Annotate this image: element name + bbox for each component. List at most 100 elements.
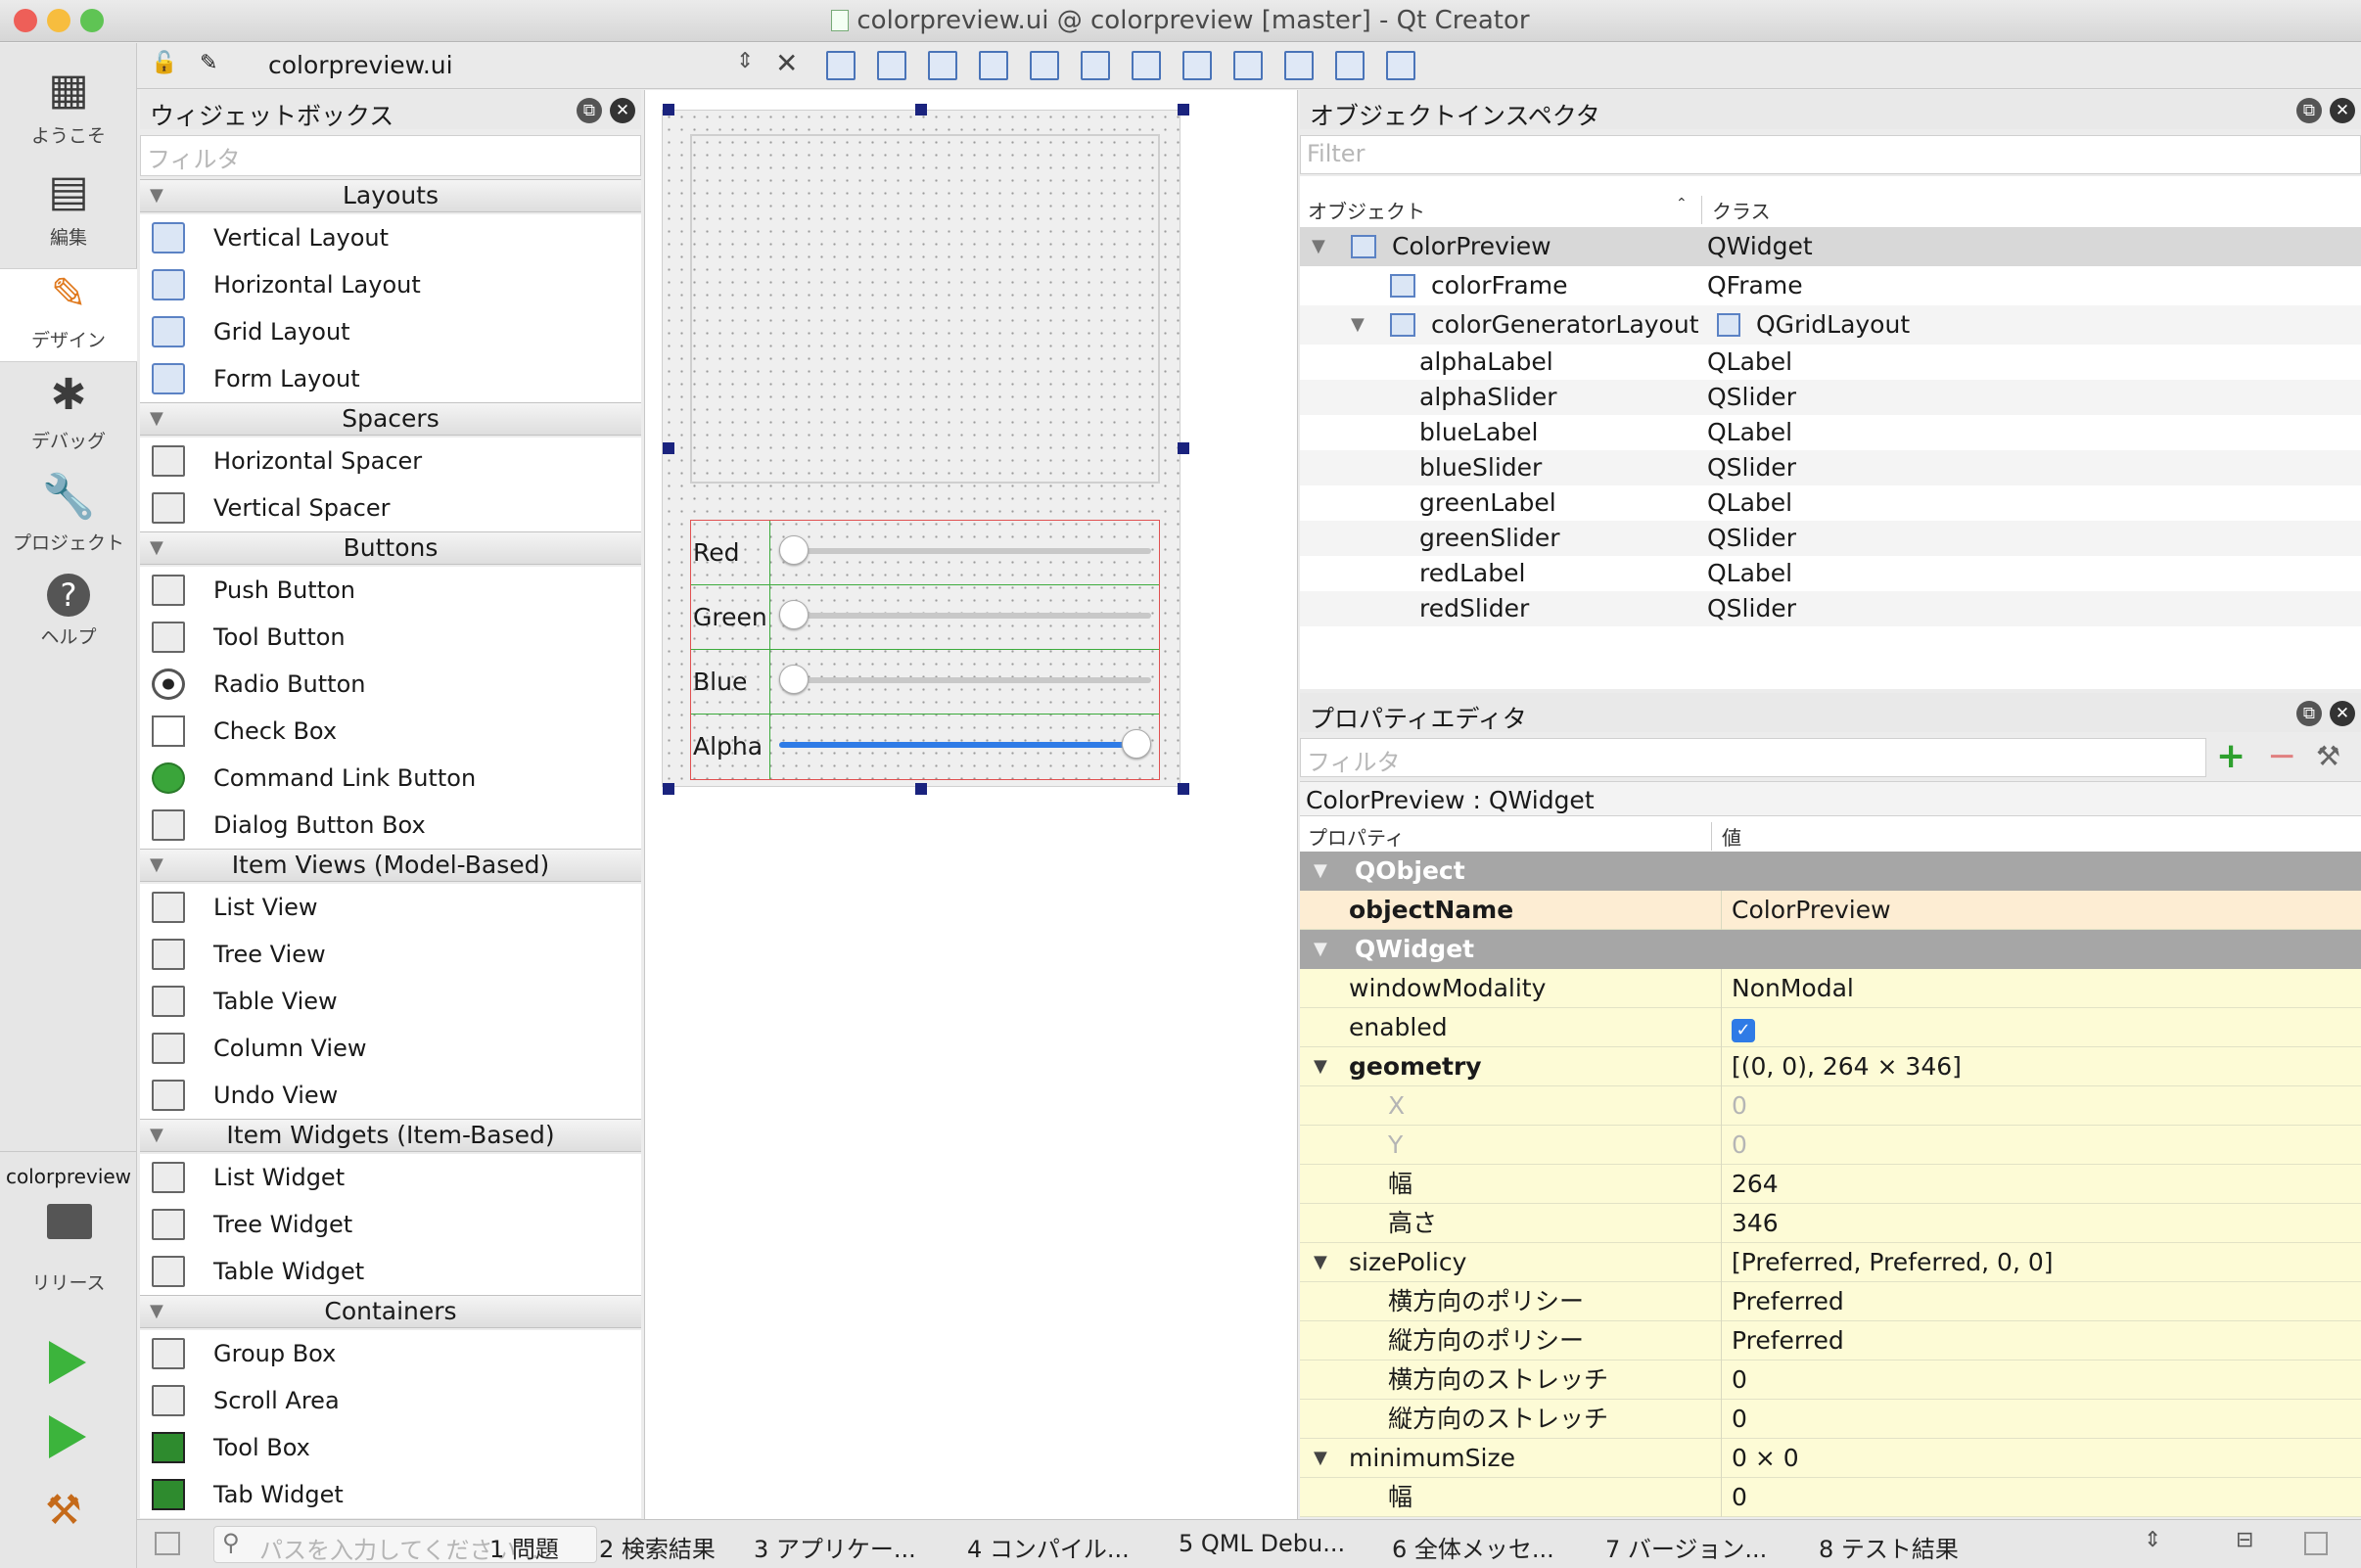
close-panel-icon[interactable]: ✕ xyxy=(2330,701,2355,726)
category-containers[interactable]: ▼ Containers xyxy=(140,1295,641,1328)
float-panel-icon[interactable]: ⧉ xyxy=(2296,98,2322,123)
resize-handle-b[interactable] xyxy=(915,783,927,795)
column-object[interactable]: オブジェクト xyxy=(1308,196,1425,224)
property-value[interactable]: 0 xyxy=(1721,1400,2361,1439)
property-value[interactable]: 264 xyxy=(1721,1165,2361,1204)
inspector-row-redLabel[interactable]: redLabel QLabel xyxy=(1300,556,2361,591)
mode-pencil[interactable]: ✎ デザイン xyxy=(0,268,137,362)
property-value[interactable]: 0 xyxy=(1721,1086,2361,1126)
expand-triangle-icon[interactable]: ▼ xyxy=(1314,1243,1327,1282)
close-panel-icon[interactable]: ✕ xyxy=(2330,98,2355,123)
remove-property-icon[interactable]: − xyxy=(2267,736,2296,776)
resize-handle-r[interactable] xyxy=(1178,442,1189,454)
add-property-icon[interactable]: + xyxy=(2216,736,2245,776)
property-value[interactable]: ColorPreview xyxy=(1721,891,2361,930)
expand-triangle-icon[interactable]: ▼ xyxy=(1314,852,1327,891)
property-value[interactable]: 346 xyxy=(1721,1204,2361,1243)
expand-triangle-icon[interactable]: ▼ xyxy=(1314,1439,1327,1478)
property-row-2[interactable]: ▼ QWidget xyxy=(1300,930,2361,969)
widget-item-grid-layout[interactable]: Grid Layout xyxy=(140,308,641,355)
resize-handle-tr[interactable] xyxy=(1178,104,1189,115)
widget-item-undo-view[interactable]: Undo View xyxy=(140,1072,641,1119)
edit-buddies-icon[interactable] xyxy=(928,51,957,80)
inspector-row-greenLabel[interactable]: greenLabel QLabel xyxy=(1300,485,2361,521)
float-panel-icon[interactable]: ⧉ xyxy=(2296,701,2322,726)
updown-arrows-icon[interactable]: ⇕ xyxy=(736,49,754,73)
expand-triangle-icon[interactable]: ▼ xyxy=(1312,227,1325,266)
edit-signals-icon[interactable] xyxy=(877,51,906,80)
widget-item-tool-button[interactable]: Tool Button xyxy=(140,614,641,661)
output-tab-6[interactable]: 6 全体メッセ... xyxy=(1392,1530,1554,1564)
collapse-triangle-icon[interactable]: ▼ xyxy=(150,1296,163,1327)
break-layout-icon[interactable] xyxy=(1335,51,1365,80)
close-panel-icon[interactable]: ✕ xyxy=(610,98,635,123)
widget-item-command-link-button[interactable]: Command Link Button xyxy=(140,755,641,802)
property-value[interactable]: Preferred xyxy=(1721,1282,2361,1321)
property-row-13[interactable]: 横方向のストレッチ 0 xyxy=(1300,1360,2361,1400)
monitor-icon[interactable] xyxy=(47,1204,92,1239)
widget-item-table-view[interactable]: Table View xyxy=(140,978,641,1025)
layout-form-icon[interactable] xyxy=(1233,51,1263,80)
widget-item-column-view[interactable]: Column View xyxy=(140,1025,641,1072)
layout-vertical-icon[interactable] xyxy=(1081,51,1110,80)
property-row-7[interactable]: Y0 xyxy=(1300,1126,2361,1165)
slider-handle[interactable] xyxy=(779,600,809,629)
property-row-5[interactable]: ▼ geometry [(0, 0), 264 × 346] xyxy=(1300,1047,2361,1086)
property-row-15[interactable]: ▼ minimumSize 0 × 0 xyxy=(1300,1439,2361,1478)
configure-wrench-icon[interactable]: ⚒ xyxy=(2316,740,2340,772)
edit-widgets-icon[interactable] xyxy=(826,51,856,80)
inspector-row-greenSlider[interactable]: greenSlider QSlider xyxy=(1300,521,2361,556)
run-icon[interactable] xyxy=(49,1341,86,1384)
property-row-12[interactable]: 縦方向のポリシー Preferred xyxy=(1300,1321,2361,1360)
property-row-16[interactable]: 幅0 xyxy=(1300,1478,2361,1517)
property-value[interactable]: 0 xyxy=(1721,1478,2361,1517)
property-row-3[interactable]: windowModality NonModal xyxy=(1300,969,2361,1008)
widgetbox-filter-input[interactable]: フィルタ xyxy=(140,135,641,176)
widget-item-horizontal-spacer[interactable]: Horizontal Spacer xyxy=(140,438,641,484)
toggle-sidebar-icon[interactable] xyxy=(155,1532,180,1555)
mode-grid[interactable]: ▦ ようこそ xyxy=(0,65,137,159)
output-tab-7[interactable]: 7 バージョン... xyxy=(1605,1530,1767,1564)
inspector-row-blueSlider[interactable]: blueSlider QSlider xyxy=(1300,450,2361,485)
collapse-triangle-icon[interactable]: ▼ xyxy=(150,403,163,435)
layout-h-splitter-icon[interactable] xyxy=(1132,51,1161,80)
enabled-checkbox[interactable]: ✓ xyxy=(1732,1019,1755,1042)
green-label[interactable]: Green xyxy=(693,603,767,631)
alpha-label[interactable]: Alpha xyxy=(693,732,763,761)
form-editor-canvas[interactable]: Red Green Blue Alpha xyxy=(644,90,1298,1519)
inspector-row-alphaLabel[interactable]: alphaLabel QLabel xyxy=(1300,345,2361,380)
collapse-triangle-icon[interactable]: ▼ xyxy=(150,532,163,564)
property-row-10[interactable]: ▼ sizePolicy [Preferred, Preferred, 0, 0] xyxy=(1300,1243,2361,1282)
expand-triangle-icon[interactable]: ▼ xyxy=(1351,305,1365,345)
property-row-14[interactable]: 縦方向のストレッチ 0 xyxy=(1300,1400,2361,1439)
widget-item-radio-button[interactable]: Radio Button xyxy=(140,661,641,708)
resize-handle-t[interactable] xyxy=(915,104,927,115)
collapse-triangle-icon[interactable]: ▼ xyxy=(150,180,163,211)
widget-item-tab-widget[interactable]: Tab Widget xyxy=(140,1471,641,1518)
alpha-slider[interactable] xyxy=(779,729,1151,759)
widget-item-horizontal-layout[interactable]: Horizontal Layout xyxy=(140,261,641,308)
edit-tab-order-icon[interactable] xyxy=(979,51,1008,80)
mode-help[interactable]: ? ヘルプ xyxy=(0,574,137,668)
inspector-row-alphaSlider[interactable]: alphaSlider QSlider xyxy=(1300,380,2361,415)
column-value[interactable]: 値 xyxy=(1711,822,1741,851)
form-widget-colorpreview[interactable]: Red Green Blue Alpha xyxy=(662,110,1180,787)
widget-item-dialog-button-box[interactable]: Dialog Button Box xyxy=(140,802,641,849)
property-value[interactable]: ✓ xyxy=(1721,1008,2361,1047)
property-row-1[interactable]: objectName ColorPreview xyxy=(1300,891,2361,930)
green-slider[interactable] xyxy=(779,600,1151,629)
column-property[interactable]: プロパティ xyxy=(1308,822,1405,851)
property-row-6[interactable]: X0 xyxy=(1300,1086,2361,1126)
output-tab-3[interactable]: 3 アプリケー... xyxy=(754,1530,916,1564)
property-value[interactable]: [(0, 0), 264 × 346] xyxy=(1721,1047,2361,1086)
property-value[interactable]: Preferred xyxy=(1721,1321,2361,1360)
resize-handle-bl[interactable] xyxy=(663,783,674,795)
collapse-triangle-icon[interactable]: ▼ xyxy=(150,850,163,881)
slider-handle[interactable] xyxy=(779,665,809,694)
file-name-combo[interactable]: colorpreview.ui xyxy=(268,51,453,79)
category-buttons[interactable]: ▼ Buttons xyxy=(140,531,641,565)
category-layouts[interactable]: ▼ Layouts xyxy=(140,179,641,212)
widget-item-vertical-spacer[interactable]: Vertical Spacer xyxy=(140,484,641,531)
category-item-views-model-based[interactable]: ▼ Item Views (Model-Based) xyxy=(140,849,641,882)
widget-item-tree-widget[interactable]: Tree Widget xyxy=(140,1201,641,1248)
